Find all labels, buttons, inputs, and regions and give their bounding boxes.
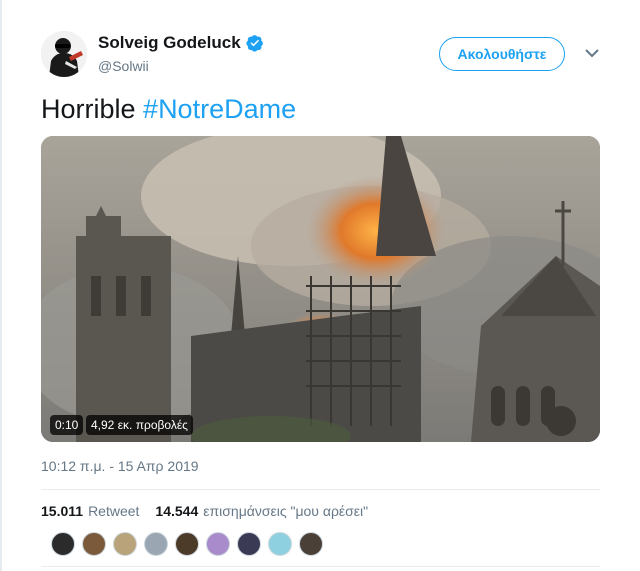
follow-button[interactable]: Ακολουθήστε [439,37,565,71]
liker-avatar[interactable] [175,532,199,556]
likes-count: 14.544 [155,503,199,519]
retweets-count: 15.011 [41,503,84,519]
author-handle[interactable]: @Solwii [98,58,149,74]
liker-avatar[interactable] [237,532,261,556]
tweet-timestamp[interactable]: 10:12 π.μ. - 15 Απρ 2019 [41,458,199,474]
divider-bottom [41,566,600,567]
chevron-down-icon[interactable] [585,48,599,58]
retweets-stat[interactable]: 15.011 Retweet [41,503,139,519]
video-frame-notre-dame-fire [41,136,600,442]
liker-avatar[interactable] [82,532,106,556]
tweet-card: Solveig Godeluck @Solwii Ακολουθήστε Hor… [0,0,640,571]
hashtag-link[interactable]: #NotreDame [143,94,296,124]
tweet-text: Horrible #NotreDame [41,94,296,125]
likes-stat[interactable]: 14.544 επισημάνσεις "μου αρέσει" [155,503,368,519]
liker-avatar[interactable] [113,532,137,556]
liker-avatar[interactable] [144,532,168,556]
liker-avatar[interactable] [268,532,292,556]
liker-avatar[interactable] [206,532,230,556]
verified-badge-icon [246,35,263,52]
liker-avatar[interactable] [299,532,323,556]
divider-top [41,489,600,490]
video-views-badge: 4,92 εκ. προβολές [86,415,193,435]
video-player[interactable] [41,136,600,442]
tweet-stats: 15.011 Retweet 14.544 επισημάνσεις "μου αρ… [41,503,368,519]
retweets-label: Retweet [88,503,140,519]
liker-avatar[interactable] [51,532,75,556]
author-avatar[interactable] [41,31,87,77]
likes-label: επισημάνσεις "μου αρέσει" [203,503,369,519]
tweet-text-plain: Horrible [41,94,136,124]
author-name[interactable]: Solveig Godeluck [98,33,241,53]
liker-avatars [51,532,330,556]
video-duration-badge: 0:10 [50,415,84,435]
